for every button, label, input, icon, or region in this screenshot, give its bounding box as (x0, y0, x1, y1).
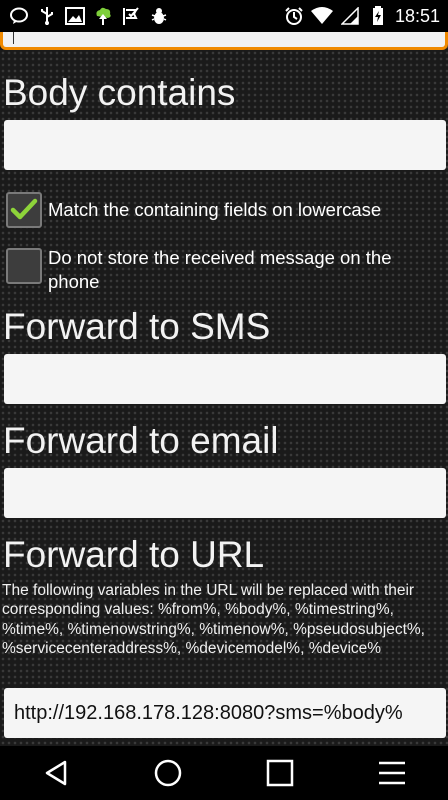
do-not-store-checkbox[interactable] (6, 248, 42, 284)
do-not-store-label: Do not store the received message on the… (48, 247, 392, 292)
rule-form: Body contains Match the containing field… (0, 32, 448, 746)
upload-icon (92, 5, 114, 27)
forward-email-input[interactable] (4, 468, 446, 518)
chat-bubble-icon (8, 5, 30, 27)
previous-input-field[interactable] (0, 32, 448, 50)
body-contains-title: Body contains (3, 72, 236, 113)
do-not-store-row[interactable]: Do not store the received message on the… (6, 247, 438, 294)
menu-icon (379, 761, 405, 785)
home-button[interactable] (144, 749, 192, 797)
forward-url-input[interactable]: http://192.168.178.128:8080?sms=%body% (4, 688, 446, 738)
status-time: 18:51 (394, 5, 440, 26)
image-icon (64, 5, 86, 27)
body-contains-input[interactable] (4, 120, 446, 170)
recents-button[interactable] (256, 749, 304, 797)
checkmark-icon (10, 198, 38, 220)
back-icon (45, 760, 67, 786)
forward-url-title: Forward to URL (3, 534, 265, 575)
navigation-bar (0, 746, 448, 800)
forward-email-title: Forward to email (3, 420, 279, 461)
forward-sms-title: Forward to SMS (3, 306, 271, 347)
bug-icon (148, 5, 170, 27)
forward-url-help-text: The following variables in the URL will … (2, 582, 425, 657)
signal-icon (339, 5, 361, 27)
battery-icon (367, 5, 389, 27)
match-lowercase-checkbox[interactable] (6, 192, 42, 228)
status-bar: 18:51 (0, 0, 448, 32)
back-button[interactable] (32, 749, 80, 797)
menu-button[interactable] (368, 749, 416, 797)
match-lowercase-row[interactable]: Match the containing fields on lowercase (6, 192, 438, 228)
usb-icon (36, 5, 58, 27)
recents-icon (266, 759, 294, 787)
forward-sms-input[interactable] (4, 354, 446, 404)
text-cursor (13, 32, 14, 44)
alarm-icon (283, 5, 305, 27)
home-icon (154, 759, 182, 787)
wifi-icon (310, 5, 333, 27)
match-lowercase-label: Match the containing fields on lowercase (48, 199, 382, 220)
check-flag-icon (120, 5, 142, 27)
